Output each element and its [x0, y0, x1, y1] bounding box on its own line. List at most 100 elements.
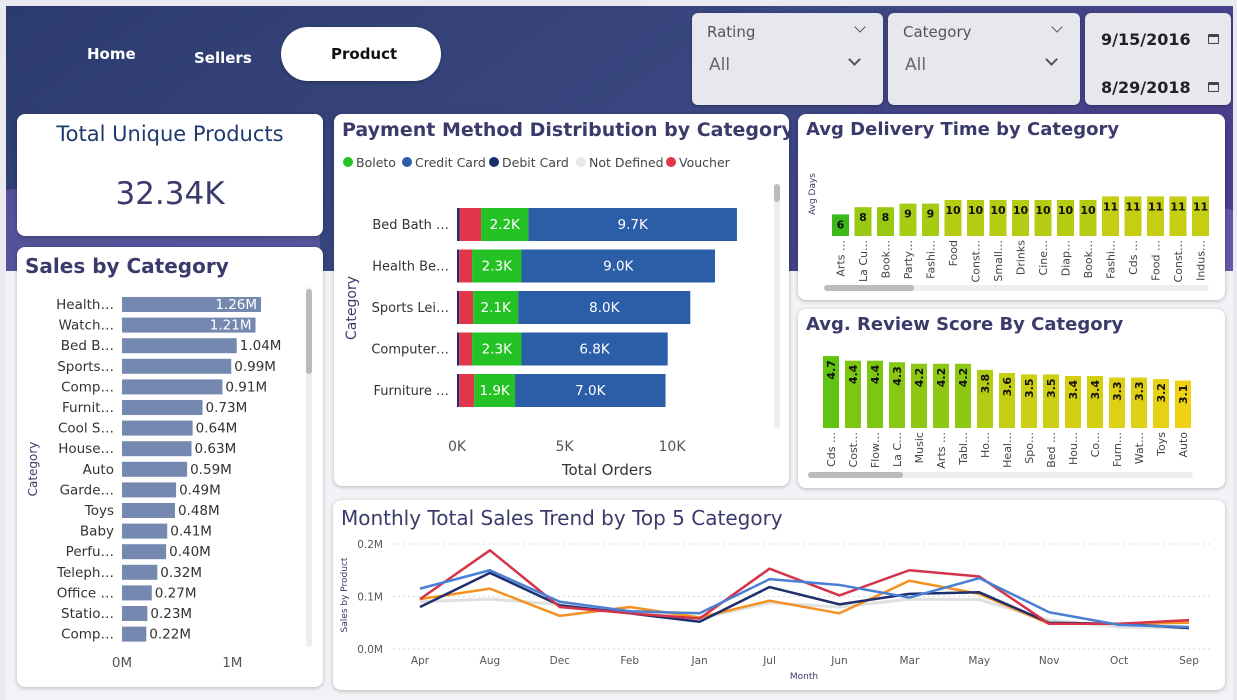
review-value-label: 4.2: [935, 368, 948, 388]
payment-bar-segment: [459, 249, 473, 283]
payment-bar-segment: [457, 291, 460, 324]
delivery-category-label: Food: [947, 240, 960, 266]
delivery-category-label: Arts …: [835, 240, 848, 277]
payment-method-card: Payment Method Distribution by Category …: [334, 114, 789, 486]
sales-category-label: Toys: [84, 503, 114, 519]
review-category-label: Bed …: [1045, 432, 1058, 468]
delivery-value-label: 10: [1035, 204, 1051, 217]
legend-marker: [489, 157, 499, 167]
chevron-down-icon[interactable]: [1045, 53, 1058, 66]
date-range-slicer[interactable]: 9/15/2016 8/29/2018: [1085, 13, 1231, 105]
y-axis-title: Sales by Product: [340, 557, 350, 632]
sales-value-label: 0.99M: [234, 359, 276, 375]
review-value-label: 3.1: [1177, 385, 1190, 405]
delivery-value-label: 10: [990, 204, 1006, 217]
review-category-label: Spo…: [1023, 432, 1036, 464]
sales-category-label: Cool S…: [58, 421, 114, 437]
calendar-icon[interactable]: [1208, 34, 1219, 44]
sales-category-label: Comp…: [61, 627, 114, 643]
y-tick-label: 0.2M: [357, 539, 383, 551]
nav-home[interactable]: Home: [87, 45, 136, 63]
rating-slicer-value[interactable]: All: [709, 55, 730, 75]
kpi-value: 32.34K: [115, 176, 225, 212]
x-tick-label: Feb: [620, 655, 639, 667]
category-slicer[interactable]: Category All: [888, 13, 1080, 105]
monthly-trend-card: Monthly Total Sales Trend by Top 5 Categ…: [333, 500, 1225, 690]
payment-category-label: Computer…: [371, 343, 449, 358]
boleto-value-label: 2.2K: [490, 217, 521, 233]
payment-category-label: Health Be…: [372, 260, 449, 275]
x-axis-title: Month: [790, 672, 818, 682]
delivery-category-label: Const…: [1172, 240, 1185, 282]
rating-slicer[interactable]: Rating All: [692, 13, 883, 105]
x-tick-label: Aug: [480, 655, 501, 667]
sales-bar: [122, 338, 237, 354]
sales-category-label: Furnit…: [62, 400, 114, 416]
payment-bar-segment: [459, 291, 474, 324]
legend-marker: [402, 157, 412, 167]
review-category-label: La C…: [891, 432, 904, 467]
sales-bar: [122, 606, 148, 621]
vertical-scrollbar-thumb[interactable]: [774, 184, 780, 202]
sales-value-label: 0.22M: [149, 627, 191, 643]
boleto-value-label: 2.3K: [482, 342, 513, 358]
chevron-down-icon[interactable]: [848, 53, 861, 66]
sales-bar: [122, 441, 192, 457]
date-start-input[interactable]: 9/15/2016: [1101, 30, 1191, 49]
horizontal-scrollbar-thumb[interactable]: [824, 285, 914, 291]
sales-category-label: Watch…: [58, 318, 114, 334]
sales-bar: [122, 626, 147, 642]
delivery-category-label: Party…: [902, 240, 915, 279]
boleto-value-label: 2.3K: [482, 259, 513, 275]
review-value-label: 4.2: [957, 368, 970, 388]
sales-category-label: Bed B…: [61, 338, 114, 354]
date-end-input[interactable]: 8/29/2018: [1101, 78, 1191, 97]
legend-marker: [576, 157, 586, 167]
chevron-down-icon[interactable]: [854, 21, 866, 33]
credit-value-label: 6.8K: [579, 342, 610, 358]
x-tick-label: 0K: [448, 439, 467, 455]
review-value-label: 4.3: [891, 366, 904, 386]
delivery-value-label: 10: [1013, 204, 1029, 217]
sales-value-label: 0.49M: [179, 482, 221, 498]
delivery-value-label: 6: [837, 218, 845, 231]
x-tick-label: Jun: [830, 655, 847, 667]
sales-value-label: 0.27M: [155, 585, 197, 601]
sales-category-label: Baby: [80, 524, 114, 540]
payment-bar-segment: [457, 208, 460, 241]
y-tick-label: 0.0M: [357, 644, 383, 656]
delivery-category-label: Food …: [1150, 240, 1163, 281]
delivery-category-label: La Cu…: [857, 240, 870, 282]
review-category-label: Hou…: [1067, 432, 1080, 465]
sales-category-label: Teleph…: [56, 565, 114, 581]
review-value-label: 3.8: [979, 374, 992, 394]
x-tick-label: Jul: [762, 655, 776, 667]
category-slicer-value[interactable]: All: [905, 55, 926, 75]
avg-delivery-card: Avg Delivery Time by Category Avg Days 6 A…: [798, 114, 1225, 300]
nav-sellers[interactable]: Sellers: [194, 49, 252, 67]
vertical-scrollbar-track[interactable]: [774, 184, 780, 429]
review-category-label: Music: [913, 432, 926, 463]
review-value-label: 3.3: [1111, 382, 1124, 402]
calendar-icon[interactable]: [1208, 82, 1219, 92]
legend-label: Voucher: [679, 155, 731, 170]
review-value-label: 4.7: [825, 360, 838, 380]
boleto-value-label: 2.1K: [481, 300, 512, 316]
horizontal-scrollbar-thumb[interactable]: [808, 472, 903, 478]
delivery-value-label: 8: [882, 211, 890, 224]
sales-value-label: 0.64M: [196, 421, 238, 437]
delivery-value-label: 10: [945, 204, 961, 217]
sales-value-label: 0.23M: [150, 606, 192, 622]
delivery-category-label: Small…: [992, 240, 1005, 282]
sales-category-label: House…: [58, 441, 114, 457]
vertical-scrollbar-thumb[interactable]: [306, 289, 312, 374]
chevron-down-icon[interactable]: [1051, 21, 1063, 33]
review-value-label: 3.2: [1155, 383, 1168, 403]
review-category-label: Auto: [1177, 432, 1190, 458]
legend-label: Debit Card: [502, 155, 569, 170]
sales-bar: [122, 564, 158, 580]
nav-product-active[interactable]: Product: [281, 27, 441, 81]
review-category-label: Wat…: [1133, 432, 1146, 464]
delivery-value-label: 11: [1103, 200, 1118, 213]
kpi-card: Total Unique Products 32.34K: [17, 114, 323, 236]
